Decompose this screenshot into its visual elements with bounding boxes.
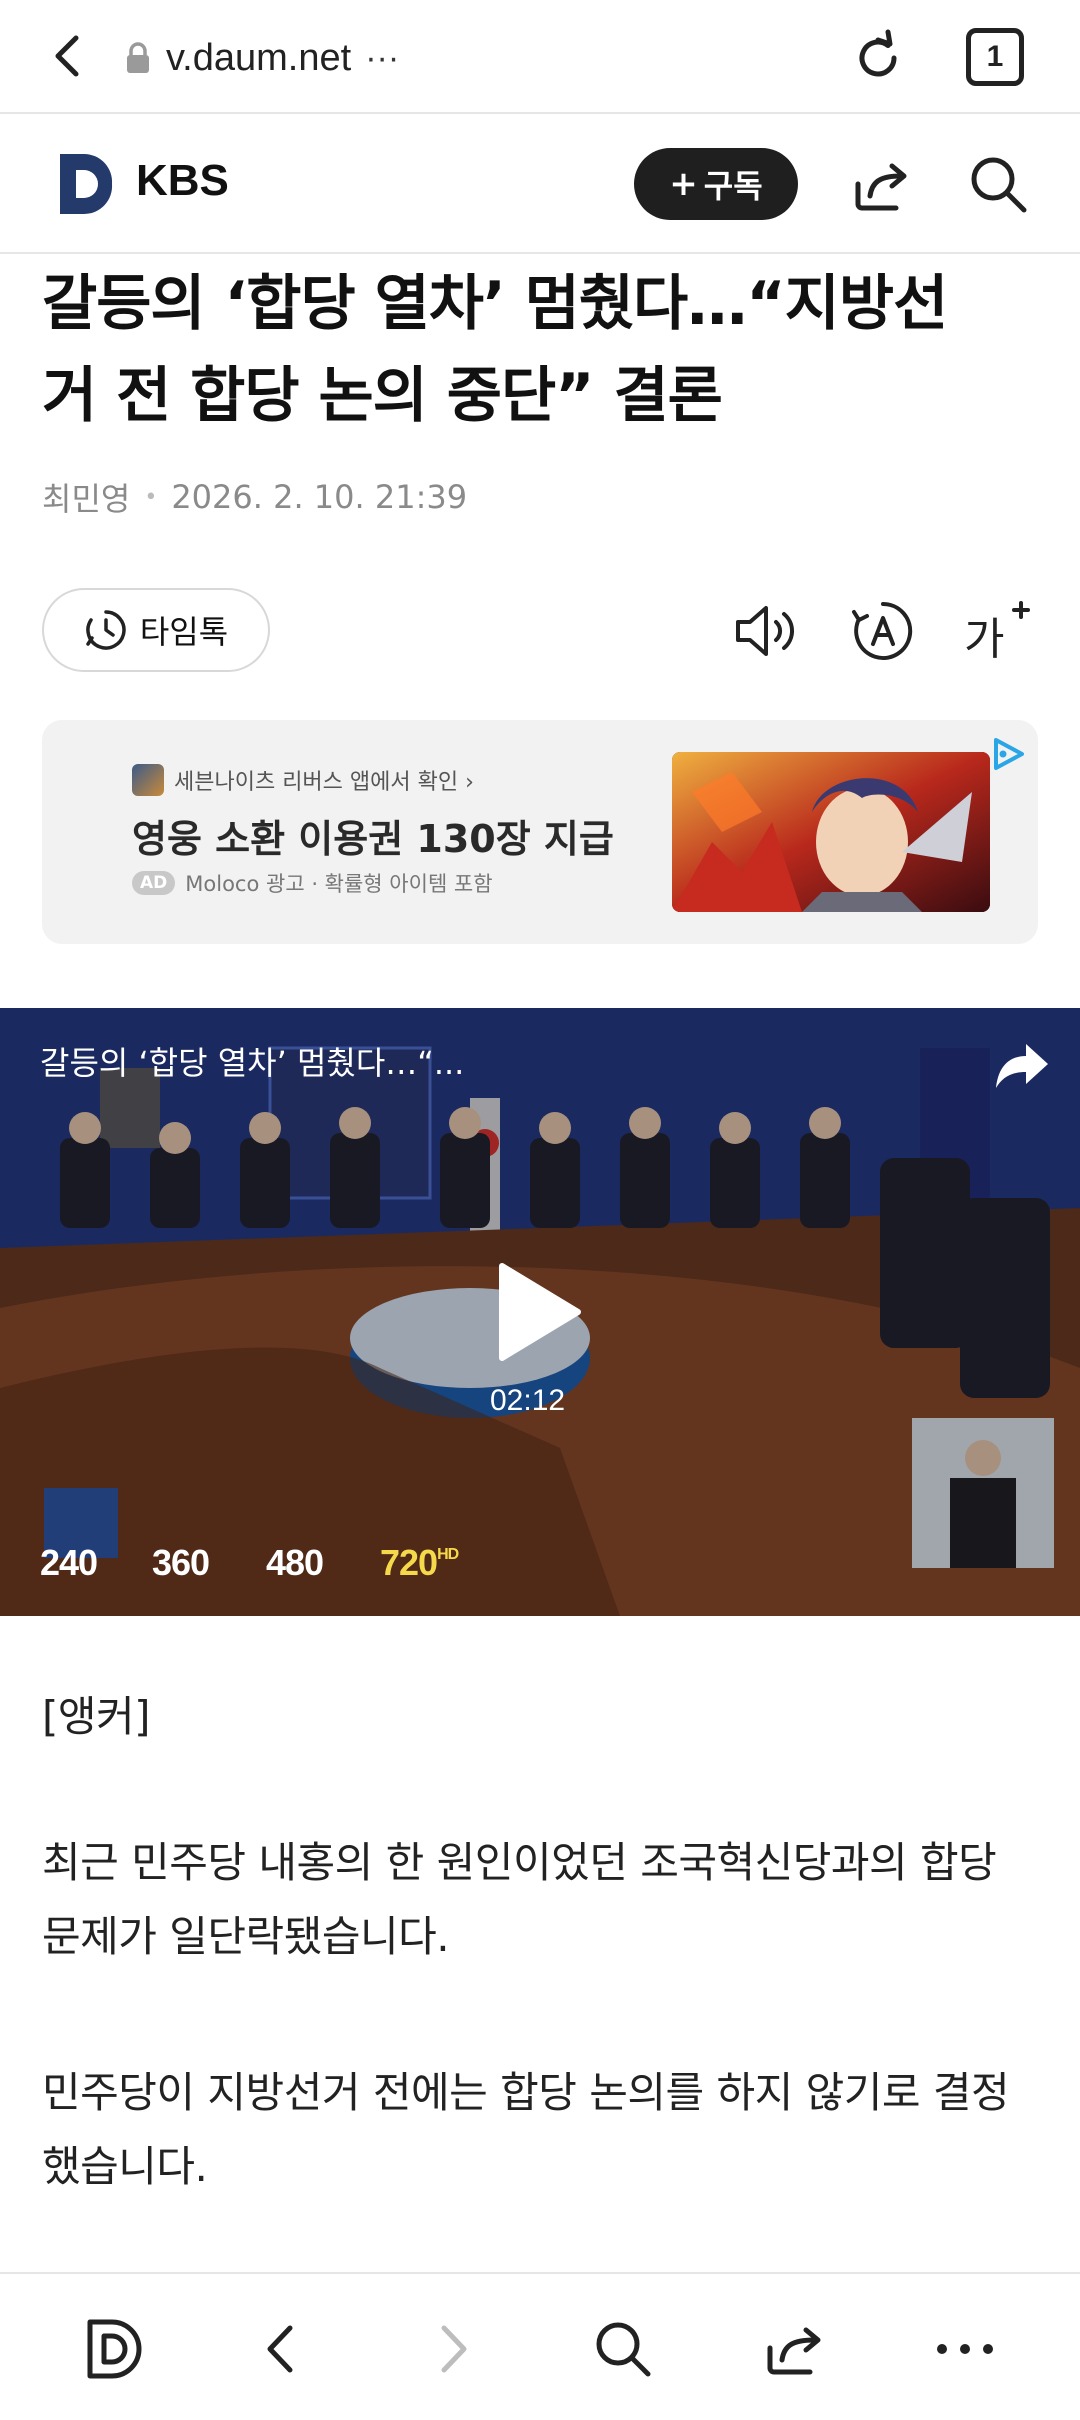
timetalk-button[interactable]: 타임톡	[42, 588, 270, 672]
subscribe-label: 구독	[703, 167, 763, 205]
ad-title[interactable]: 영웅 소환 이용권 130장 지급	[132, 808, 614, 863]
ad-source[interactable]: 세븐나이츠 리버스 앱에서 확인 ›	[132, 764, 474, 796]
ad-meta-text: Moloco 광고 · 확률형 아이템 포함	[185, 872, 493, 896]
quality-360[interactable]: 360	[152, 1542, 210, 1584]
daum-logo[interactable]	[56, 152, 116, 216]
ad-app-icon	[132, 764, 164, 796]
article-paragraph: [앵커]	[42, 1692, 151, 1741]
search-icon[interactable]	[588, 2314, 658, 2384]
hd-badge: HD	[437, 1546, 459, 1563]
back-icon[interactable]	[40, 28, 96, 84]
video-player[interactable]: 갈등의 ‘합당 열차’ 멈췄다…“... 02:12 240 360 480 7…	[0, 1008, 1080, 1616]
more-icon[interactable]	[930, 2314, 1000, 2384]
publish-datetime: 2026. 2. 10. 21:39	[171, 478, 468, 516]
video-title: 갈등의 ‘합당 열차’ 멈췄다…“...	[40, 1044, 465, 1082]
timetalk-label: 타임톡	[139, 613, 229, 651]
quality-480[interactable]: 480	[266, 1542, 324, 1584]
forward-icon[interactable]	[418, 2314, 488, 2384]
article-meta: 최민영 • 2026. 2. 10. 21:39	[42, 474, 467, 520]
url-text: v.daum.net	[166, 36, 352, 79]
plus-icon: +	[669, 164, 698, 204]
separator-dot: •	[144, 484, 158, 510]
site-name[interactable]: KBS	[136, 156, 229, 206]
browser-toolbar: v.daum.net ··· 1	[0, 0, 1080, 114]
article-headline: 갈등의 ‘합당 열차’ 멈췄다…“지방선 거 전 합당 논의 중단” 결론	[42, 258, 1042, 442]
article-paragraph: 민주당이 지방선거 전에는 합당 논의를 하지 않기로 결정했습니다.	[42, 2068, 1010, 2191]
back-icon[interactable]	[246, 2314, 316, 2384]
tabs-icon[interactable]: 1	[966, 28, 1024, 86]
address-bar[interactable]: v.daum.net ···	[124, 30, 399, 86]
lock-icon	[127, 42, 149, 73]
font-size-icon[interactable]: 가	[962, 596, 1032, 666]
ad-illustration	[672, 752, 990, 912]
video-duration: 02:12	[490, 1384, 566, 1417]
author[interactable]: 최민영	[42, 474, 130, 520]
play-icon[interactable]	[494, 1260, 584, 1364]
article-paragraph: 최근 민주당 내홍의 한 원인이었던 조국혁신당과의 합당 문제가 일단락됐습니…	[42, 1838, 997, 1961]
share-icon[interactable]	[760, 2314, 830, 2384]
svg-text:가: 가	[964, 614, 1004, 665]
translate-icon[interactable]	[848, 596, 918, 666]
bottom-navigation	[0, 2272, 1080, 2420]
url-more: ···	[365, 38, 400, 77]
search-icon[interactable]	[966, 152, 1030, 216]
video-share-icon[interactable]	[992, 1038, 1052, 1094]
clock-icon	[86, 610, 126, 650]
adchoices-icon[interactable]	[988, 734, 1028, 774]
subscribe-button[interactable]: + 구독	[634, 148, 798, 220]
quality-720[interactable]: 720HD	[380, 1542, 459, 1584]
ad-meta: AD Moloco 광고 · 확률형 아이템 포함	[132, 868, 493, 898]
headline-line-1: 갈등의 ‘합당 열차’ 멈췄다…“지방선	[42, 269, 948, 339]
quality-240[interactable]: 240	[40, 1542, 98, 1584]
share-icon[interactable]	[850, 154, 914, 218]
site-header: KBS + 구독	[0, 116, 1080, 254]
quality-720-label: 720	[380, 1542, 438, 1583]
ad-banner[interactable]: 세븐나이츠 리버스 앱에서 확인 › 영웅 소환 이용권 130장 지급 AD …	[42, 720, 1038, 944]
tab-count: 1	[986, 40, 1004, 73]
audio-icon[interactable]	[730, 596, 800, 666]
ad-badge: AD	[132, 871, 176, 895]
reload-icon[interactable]	[848, 28, 908, 88]
ad-image[interactable]	[672, 752, 990, 912]
daum-home-icon[interactable]	[80, 2314, 150, 2384]
headline-line-2: 거 전 합당 논의 중단” 결론	[42, 361, 723, 431]
ad-source-text: 세븐나이츠 리버스 앱에서 확인 ›	[174, 770, 474, 795]
